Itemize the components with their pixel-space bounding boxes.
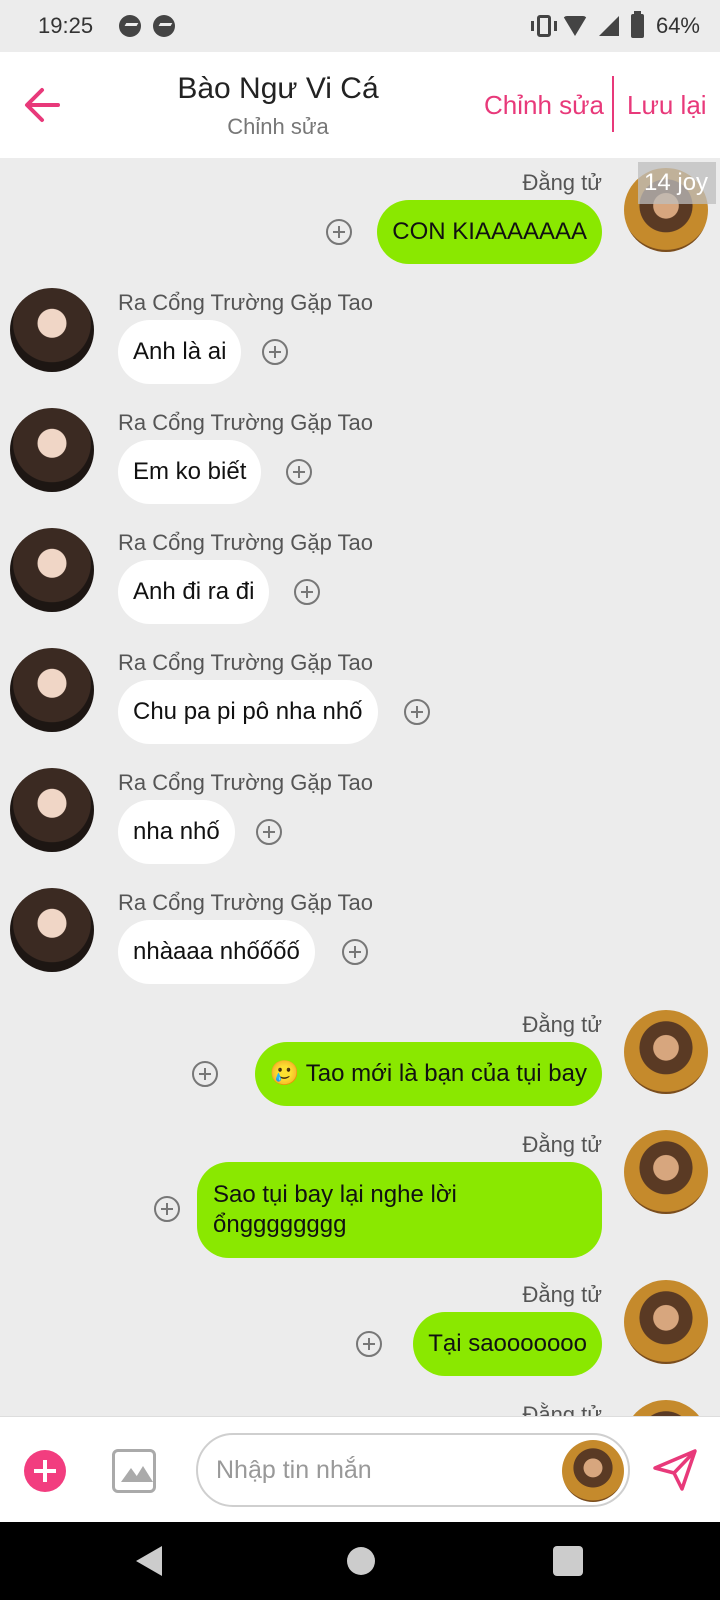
add-reaction-icon[interactable] — [326, 219, 352, 245]
nav-recents-icon[interactable] — [553, 1546, 583, 1576]
nav-back-icon[interactable] — [136, 1546, 162, 1576]
add-reaction-icon[interactable] — [192, 1061, 218, 1087]
avatar[interactable] — [624, 1400, 708, 1416]
avatar[interactable] — [624, 1010, 708, 1094]
message-sender: Ra Cổng Trường Gặp Tao — [118, 290, 373, 315]
send-icon[interactable] — [652, 1447, 698, 1493]
message-sender: Ra Cổng Trường Gặp Tao — [118, 890, 373, 915]
message-input[interactable] — [216, 1447, 546, 1493]
avatar[interactable] — [10, 768, 94, 852]
message-bubble[interactable]: 🥲 Tao mới là bạn của tụi bay — [254, 1042, 602, 1106]
add-button[interactable] — [24, 1450, 66, 1492]
message-sender: Đằng tử — [522, 170, 602, 195]
avatar[interactable] — [10, 408, 94, 492]
avatar[interactable] — [10, 288, 94, 372]
add-reaction-icon[interactable] — [342, 939, 368, 965]
avatar[interactable] — [624, 1280, 708, 1364]
status-bar: 19:25 64% — [0, 0, 720, 52]
message-bubble[interactable]: nhàaaa nhốốốố — [118, 920, 315, 984]
message-bubble[interactable]: Anh là ai — [118, 320, 242, 384]
conversation-subtitle: Chỉnh sửa — [227, 114, 329, 139]
save-button[interactable]: Lưu lại — [627, 90, 707, 121]
image-picker-icon[interactable] — [112, 1449, 156, 1493]
message-input-wrapper[interactable] — [196, 1433, 630, 1507]
reaction-badge: 14 joy — [638, 162, 716, 204]
message-sender: Ra Cổng Trường Gặp Tao — [118, 530, 373, 555]
message-bubble[interactable]: nha nhố — [118, 800, 235, 864]
sender-avatar-selector[interactable] — [562, 1440, 624, 1502]
conversation-title: Bào Ngư Vi Cá — [177, 72, 379, 105]
nav-home-icon[interactable] — [347, 1547, 375, 1575]
message-sender: Đằng tử — [522, 1132, 602, 1157]
status-time: 19:25 — [38, 13, 94, 38]
message-sender: Ra Cổng Trường Gặp Tao — [118, 650, 373, 675]
avatar[interactable] — [10, 888, 94, 972]
message-bubble[interactable]: Em ko biết — [118, 440, 262, 504]
message-list[interactable]: Đằng tử CON KIAAAAAAA 14 joy Ra Cổng Trư… — [0, 158, 720, 1416]
chat-header: Bào Ngư Vi Cá Chỉnh sửa Chỉnh sửa Lưu lạ… — [0, 52, 720, 158]
edit-button[interactable]: Chỉnh sửa — [484, 90, 604, 121]
cell-signal-icon — [598, 16, 619, 36]
messenger-notification-icon — [153, 15, 176, 37]
message-sender: Đằng tử — [522, 1012, 602, 1037]
vibrate-icon — [530, 15, 557, 37]
avatar[interactable] — [10, 528, 94, 612]
messenger-notification-icon — [119, 15, 142, 37]
message-composer — [0, 1416, 720, 1522]
message-sender: Ra Cổng Trường Gặp Tao — [118, 410, 373, 435]
message-sender: Đằng tử — [522, 1282, 602, 1307]
add-reaction-icon[interactable] — [256, 819, 282, 845]
message-bubble[interactable]: Tại saooooooo — [413, 1312, 602, 1376]
message-bubble[interactable]: Sao tụi bay lại nghe lời ổngggggggg — [197, 1162, 602, 1258]
message-bubble[interactable]: Anh đi ra đi — [118, 560, 270, 624]
message-bubble[interactable]: CON KIAAAAAAA — [377, 200, 602, 264]
message-sender: Đằng tử — [522, 1402, 602, 1416]
header-divider — [612, 76, 614, 132]
add-reaction-icon[interactable] — [286, 459, 312, 485]
message-bubble[interactable]: Chu pa pi pô nha nhố — [118, 680, 378, 744]
add-reaction-icon[interactable] — [294, 579, 320, 605]
avatar[interactable] — [10, 648, 94, 732]
battery-percent: 64% — [655, 13, 700, 38]
add-reaction-icon[interactable] — [404, 699, 430, 725]
avatar[interactable] — [624, 1130, 708, 1214]
message-sender: Ra Cổng Trường Gặp Tao — [118, 770, 373, 795]
system-nav-bar — [0, 1522, 720, 1600]
add-reaction-icon[interactable] — [262, 339, 288, 365]
battery-icon — [630, 11, 644, 38]
wifi-icon — [562, 16, 587, 36]
add-reaction-icon[interactable] — [154, 1196, 180, 1222]
add-reaction-icon[interactable] — [356, 1331, 382, 1357]
